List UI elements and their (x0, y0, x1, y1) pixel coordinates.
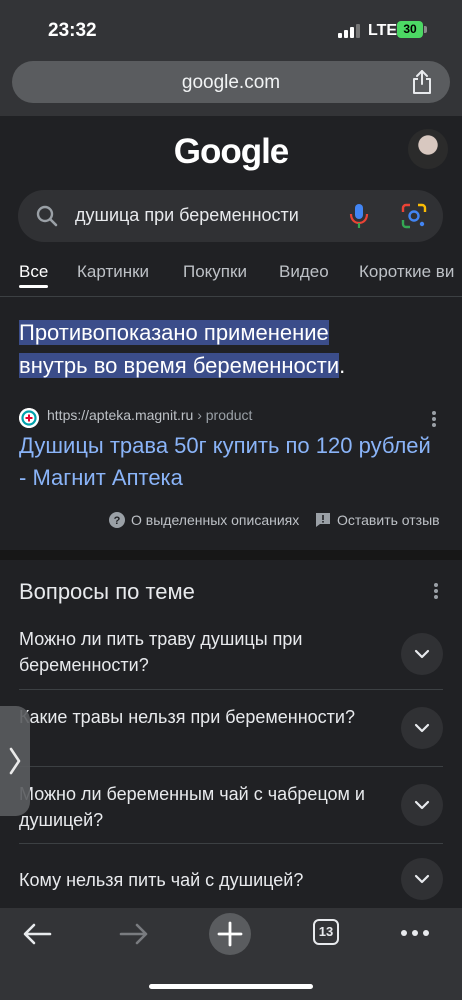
address-bar[interactable]: google.com (12, 61, 450, 103)
search-box[interactable]: душица при беременности (18, 190, 443, 242)
url-text[interactable]: google.com (12, 72, 450, 94)
svg-text:?: ? (114, 515, 121, 527)
chevron-down-icon[interactable] (401, 707, 443, 749)
home-indicator (149, 984, 313, 989)
network-type: LTE (368, 22, 398, 39)
more-menu-icon[interactable] (401, 930, 429, 936)
status-time: 23:32 (48, 20, 97, 41)
google-logo[interactable]: Google (0, 132, 462, 172)
question-text: Кому нельзя пить чай с душицей? (19, 870, 304, 890)
result-domain: https://apteka.magnit.ru (47, 407, 194, 423)
highlighted-line-1: Противопоказано применение (19, 320, 329, 345)
site-favicon-icon (19, 408, 39, 428)
question-item[interactable]: Какие травы нельзя при беременности? (19, 704, 443, 780)
leave-feedback-link[interactable]: Оставить отзыв (337, 512, 440, 528)
tab-video[interactable]: Видео (279, 262, 329, 282)
question-text: Какие травы нельзя при беременности? (19, 707, 355, 727)
tab-switcher-button[interactable]: 13 (313, 919, 339, 945)
question-text: Можно ли беременным чай с чабрецом и душ… (19, 784, 365, 830)
back-arrow-icon[interactable] (22, 922, 52, 946)
tabs-divider (0, 296, 462, 297)
share-icon[interactable] (410, 69, 434, 95)
plus-icon (217, 921, 243, 947)
question-item[interactable]: Кому нельзя пить чай с душицей? (19, 858, 443, 908)
tab-shorts[interactable]: Короткие ви (359, 262, 454, 282)
related-questions-title: Вопросы по теме (19, 579, 195, 604)
question-item[interactable]: Можно ли пить траву душицы при беременно… (19, 626, 443, 702)
active-tab-indicator (19, 285, 48, 288)
tab-shopping[interactable]: Покупки (183, 262, 247, 282)
chevron-down-icon[interactable] (401, 633, 443, 675)
account-avatar[interactable] (408, 129, 448, 169)
status-bar: 23:32 LTE 30 (0, 0, 462, 58)
result-source[interactable]: https://apteka.magnit.ru › product (47, 407, 252, 423)
page-content: Google душица при беременности Все Карти… (0, 116, 462, 908)
tab-all[interactable]: Все (19, 262, 48, 282)
snippet-period: . (339, 353, 346, 378)
forward-arrow-icon[interactable] (119, 922, 149, 946)
chevron-down-icon[interactable] (401, 784, 443, 826)
question-divider (19, 689, 443, 690)
section-separator (0, 550, 462, 560)
question-text: Можно ли пить траву душицы при беременно… (19, 629, 303, 675)
google-lens-icon[interactable] (401, 203, 427, 229)
microphone-icon[interactable] (348, 203, 370, 229)
tab-images[interactable]: Картинки (77, 262, 149, 282)
feedback-icon (316, 513, 330, 527)
help-circle-icon: ? (109, 512, 125, 528)
chevron-down-icon[interactable] (401, 858, 443, 900)
result-path: › product (197, 407, 253, 423)
about-featured-snippets-link[interactable]: О выделенных описаниях (131, 512, 299, 528)
related-questions-more-icon[interactable] (434, 583, 438, 599)
highlighted-line-2: внутрь во время беременности (19, 353, 340, 378)
new-tab-button[interactable] (209, 913, 251, 955)
side-panel-handle[interactable] (0, 706, 30, 816)
question-divider (19, 843, 443, 844)
chevron-right-icon (9, 747, 21, 775)
question-item[interactable]: Можно ли беременным чай с чабрецом и душ… (19, 781, 443, 857)
search-input[interactable]: душица при беременности (75, 205, 299, 226)
battery-icon: 30 (397, 21, 423, 38)
question-divider (19, 766, 443, 767)
result-more-icon[interactable] (432, 411, 436, 427)
address-bar-area: google.com (0, 58, 462, 116)
cellular-signal-icon (338, 24, 362, 38)
search-tabs: Все Картинки Покупки Видео Короткие ви (0, 262, 462, 292)
battery-tip (424, 26, 427, 33)
result-title-link[interactable]: Душицы трава 50г купить по 120 рублей - … (19, 430, 439, 494)
search-icon (36, 205, 58, 227)
featured-snippet-text: Противопоказано применение внутрь во вре… (19, 316, 439, 382)
